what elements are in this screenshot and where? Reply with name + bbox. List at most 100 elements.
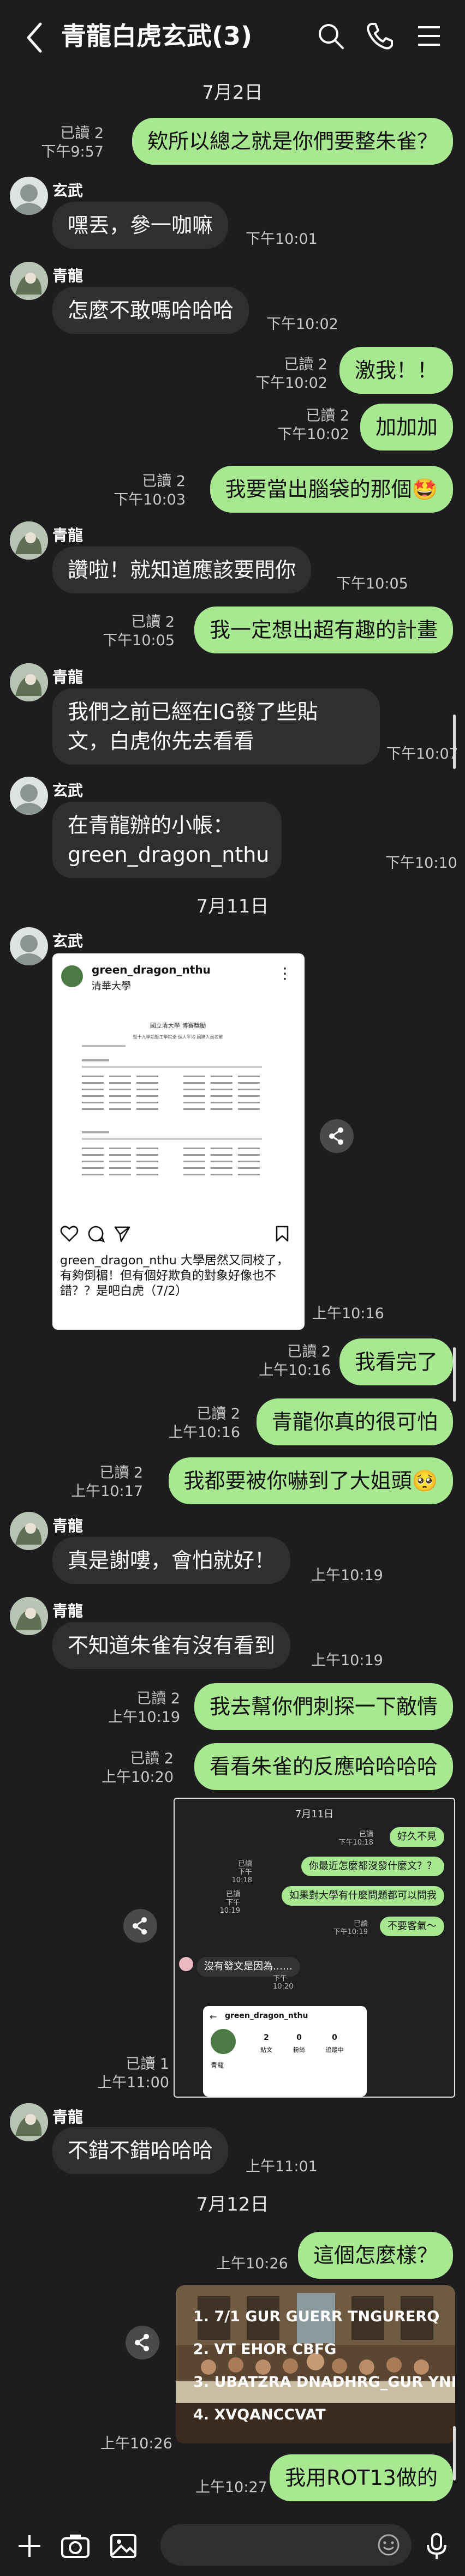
message-time: 下午10:03 <box>114 491 186 508</box>
outgoing-message[interactable]: 我要當出腦袋的那個🤩 <box>210 466 453 513</box>
message-meta: 已讀 2 上午10:20 <box>92 1750 174 1787</box>
post-actions <box>60 1224 295 1246</box>
message-time: 下午10:05 <box>103 632 175 649</box>
message-time: 上午10:20 <box>102 1769 174 1786</box>
avatar-qinglong[interactable] <box>10 262 48 300</box>
message-meta: 已讀 2 上午10:16 <box>249 1343 331 1380</box>
send-icon[interactable] <box>114 1225 131 1242</box>
outgoing-message[interactable]: 我都要被你嚇到了大姐頭🥺 <box>168 1457 453 1504</box>
share-button[interactable] <box>123 1909 157 1943</box>
sender-name: 青龍 <box>52 1517 84 1535</box>
message-time: 下午9:57 <box>41 143 104 160</box>
read-count: 已讀 2 <box>306 407 349 424</box>
comment-icon[interactable] <box>87 1225 105 1242</box>
phone-icon[interactable] <box>363 20 396 52</box>
outgoing-message[interactable]: 我去幫你們刺探一下敵情 <box>194 1683 453 1730</box>
avatar-qinglong[interactable] <box>10 1597 48 1635</box>
incoming-message[interactable]: 嘿丟，參一咖嘛 <box>52 202 229 249</box>
read-count: 已讀 2 <box>136 1690 180 1707</box>
outgoing-message[interactable]: 我一定想出超有趣的計畫 <box>194 607 453 653</box>
outgoing-message[interactable]: 青龍你真的很可怕 <box>256 1398 453 1445</box>
bookmark-icon[interactable] <box>275 1225 289 1242</box>
plus-icon[interactable] <box>13 2530 46 2562</box>
back-arrow-icon[interactable] <box>22 19 49 57</box>
heart-icon[interactable] <box>60 1225 79 1242</box>
menu-icon[interactable] <box>413 20 445 52</box>
avatar-qinglong[interactable] <box>10 2103 48 2141</box>
outgoing-message[interactable]: 我用ROT13做的 <box>270 2454 453 2501</box>
avatar-xuanwu[interactable] <box>10 177 48 215</box>
outgoing-message[interactable]: 激我！！ <box>339 347 453 394</box>
read-count: 已讀 2 <box>284 356 327 373</box>
cipher-line: 2. VT EHOR CBFG <box>193 2341 337 2358</box>
message-time: 上午10:16 <box>259 1362 331 1379</box>
screenshot-incoming: 沒有發文是因為…… <box>196 1957 300 1977</box>
post-header: green_dragon_nthu 清華大學 ⋮ <box>61 962 296 1000</box>
more-options-icon[interactable]: ⋮ <box>277 964 293 982</box>
avatar-qinglong[interactable] <box>10 663 48 701</box>
message-time: 下午10:05 <box>336 575 408 592</box>
sender-name: 青龍 <box>52 267 84 285</box>
screenshot-read: 已讀 <box>359 1830 373 1839</box>
message-line: 我們之前已經在IG發了些貼 <box>68 700 318 724</box>
screenshot-outgoing: 好久不見 <box>390 1827 444 1847</box>
following-count: 0 <box>332 2033 337 2042</box>
outgoing-message[interactable]: 這個怎麼樣？ <box>297 2232 453 2279</box>
scrollbar[interactable] <box>453 1347 456 1402</box>
incoming-message[interactable]: 怎麼不敢嗎哈哈哈 <box>52 287 249 334</box>
profile-name: 青龍 <box>211 2062 224 2069</box>
cipher-line: 4. XVQANCCVAT <box>193 2406 326 2423</box>
screenshot-meta: 已讀 下午10:18 <box>218 1860 252 1884</box>
share-button[interactable] <box>126 2326 159 2359</box>
search-icon[interactable] <box>314 20 347 52</box>
profile-card: ← green_dragon_nthu 2 貼文 0 粉絲 0 追蹤中 青龍 <box>203 2006 367 2097</box>
incoming-message[interactable]: 真是謝嘍，會怕就好！ <box>52 1537 291 1584</box>
outgoing-message[interactable]: 加加加 <box>360 404 453 451</box>
sender-name: 青龍 <box>52 526 84 544</box>
emoji-icon[interactable] <box>377 2533 401 2557</box>
image-icon[interactable] <box>107 2530 140 2562</box>
sender-name: 玄武 <box>52 932 84 950</box>
screenshot-image[interactable]: 7月11日 已讀 下午10:18 好久不見 已讀 下午10:18 你最近怎麼都沒發什… <box>174 1798 455 2098</box>
incoming-message[interactable]: 在青龍辦的小帳： green_dragon_nthu <box>52 802 282 878</box>
avatar-qinglong[interactable] <box>10 521 48 560</box>
cipher-line: 3. UBATZRA DNADHRG_GUR YNFG FHCCRE <box>193 2374 455 2391</box>
avatar-xuanwu[interactable] <box>10 777 48 815</box>
sender-name: 青龍 <box>52 668 84 686</box>
message-meta: 已讀 2 下午10:03 <box>104 472 186 509</box>
painting-image[interactable]: 1. 7/1 GUR GUERR TNGURERQ 2. VT EHOR CBF… <box>176 2285 455 2443</box>
message-time: 上午10:19 <box>311 1567 383 1584</box>
outgoing-message[interactable]: 欸所以總之就是你們要整朱雀？ <box>132 118 453 165</box>
share-icon <box>329 1127 343 1145</box>
microphone-icon[interactable] <box>420 2530 453 2562</box>
outgoing-message[interactable]: 我看完了 <box>339 1338 453 1385</box>
message-meta: 已讀 2 下午10:02 <box>240 356 327 393</box>
screenshot-time: 下午10:19 <box>333 1928 368 1936</box>
incoming-message[interactable]: 不錯不錯哈哈哈 <box>52 2127 229 2174</box>
message-input[interactable] <box>160 2524 412 2566</box>
outgoing-message[interactable]: 看看朱雀的反應哈哈哈哈 <box>194 1743 453 1790</box>
message-time: 上午10:19 <box>311 1652 383 1669</box>
camera-icon[interactable] <box>59 2530 92 2562</box>
sender-name: 青龍 <box>52 2108 84 2126</box>
message-line: 在青龍辦的小帳： <box>68 813 234 837</box>
message-meta: 已讀 2 下午10:05 <box>93 613 175 650</box>
incoming-message[interactable]: 讚啦！就知道應該要問你 <box>52 547 312 593</box>
message-time: 上午11:00 <box>97 2074 169 2091</box>
message-time: 下午10:01 <box>246 231 318 248</box>
incoming-message[interactable]: 不知道朱雀有沒有看到 <box>52 1622 291 1669</box>
scrollbar[interactable] <box>453 2426 456 2481</box>
message-time: 上午10:16 <box>168 1424 240 1441</box>
avatar-qinglong[interactable] <box>10 1512 48 1550</box>
scrollbar[interactable] <box>453 714 456 769</box>
avatar-xuanwu[interactable] <box>10 927 48 965</box>
instagram-post-card[interactable]: green_dragon_nthu 清華大學 ⋮ 國立清大學 博賽獎勵 暨十九學… <box>52 953 305 1330</box>
followers-label: 粉絲 <box>293 2046 305 2053</box>
message-time: 上午10:16 <box>312 1305 384 1322</box>
profile-account: green_dragon_nthu <box>225 2011 308 2020</box>
share-button[interactable] <box>320 1119 354 1153</box>
cipher-line: 1. 7/1 GUR GUERR TNGURERQ <box>193 2308 440 2325</box>
message-time: 上午10:26 <box>216 2255 288 2272</box>
read-count: 已讀 2 <box>60 125 104 142</box>
incoming-message[interactable]: 我們之前已經在IG發了些貼 文，白虎你先去看看 <box>52 688 380 765</box>
